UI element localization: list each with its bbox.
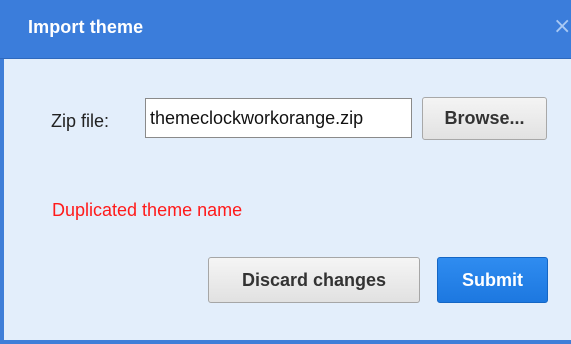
close-icon[interactable]: × bbox=[553, 13, 571, 41]
import-theme-dialog: Import theme × Zip file: themeclockworko… bbox=[0, 0, 571, 344]
browse-button[interactable]: Browse... bbox=[422, 97, 547, 140]
zip-file-label: Zip file: bbox=[51, 111, 110, 131]
zip-file-input[interactable]: themeclockworkorange.zip bbox=[145, 98, 412, 138]
error-message: Duplicated theme name bbox=[52, 200, 243, 220]
discard-changes-button[interactable]: Discard changes bbox=[208, 257, 420, 303]
submit-button[interactable]: Submit bbox=[437, 257, 548, 303]
dialog-title: Import theme bbox=[28, 17, 144, 37]
dialog-titlebar: Import theme × bbox=[0, 0, 571, 59]
